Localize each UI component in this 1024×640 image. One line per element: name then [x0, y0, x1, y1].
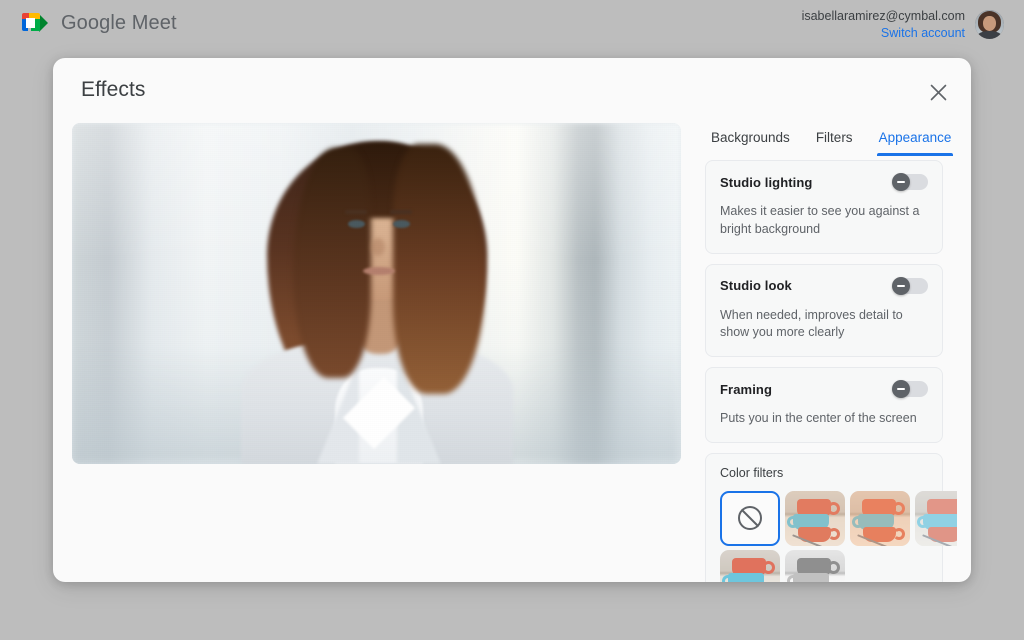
setting-card-framing: Framing Puts you in the center of the sc…	[705, 367, 943, 443]
toggle-knob-minus-icon	[892, 380, 910, 398]
color-filter-none[interactable]	[720, 490, 780, 546]
avatar[interactable]	[975, 10, 1004, 40]
effects-dialog: Effects Backgrounds Filters Appearance S…	[53, 58, 971, 582]
brand-block: Google Meet	[20, 11, 177, 35]
page-title: Effects	[81, 78, 146, 101]
self-view-video-preview	[72, 123, 681, 464]
card-header: Framing	[720, 380, 928, 398]
setting-title: Studio look	[720, 278, 792, 293]
effects-side-panel: Backgrounds Filters Appearance Studio li…	[691, 114, 957, 582]
setting-description: Puts you in the center of the screen	[720, 411, 917, 425]
effects-tabs: Backgrounds Filters Appearance	[691, 114, 957, 156]
color-filter-thumb-5[interactable]	[785, 549, 845, 582]
account-block: isabellaramirez@cymbal.com Switch accoun…	[802, 8, 1004, 42]
tab-backgrounds[interactable]: Backgrounds	[709, 130, 792, 156]
setting-description: When needed, improves detail to show you…	[720, 307, 903, 340]
color-filter-thumb-1[interactable]	[785, 490, 845, 546]
studio-lighting-toggle[interactable]	[892, 173, 928, 191]
card-header: Studio look	[720, 276, 928, 295]
brand-name: Google Meet	[61, 11, 177, 34]
tab-filters[interactable]: Filters	[814, 130, 855, 156]
framing-toggle[interactable]	[892, 380, 928, 398]
tab-appearance[interactable]: Appearance	[876, 130, 954, 156]
setting-card-studio-lighting: Studio lighting Makes it easier to see y…	[705, 160, 943, 254]
appearance-settings-list[interactable]: Studio lighting Makes it easier to see y…	[691, 156, 957, 582]
no-filter-icon	[738, 506, 762, 531]
color-filter-thumb-4[interactable]	[720, 549, 780, 582]
setting-card-studio-look: Studio look When needed, improves detail…	[705, 263, 943, 357]
setting-title: Studio lighting	[720, 174, 813, 190]
app-header: Google Meet isabellaramirez@cymbal.com S…	[0, 0, 1024, 52]
color-filters-card: Color filters	[705, 452, 957, 582]
studio-look-toggle[interactable]	[892, 276, 928, 295]
account-text: isabellaramirez@cymbal.com Switch accoun…	[802, 8, 965, 42]
toggle-knob-minus-icon	[892, 173, 910, 191]
setting-description: Makes it easier to see you against a bri…	[720, 204, 920, 236]
close-icon[interactable]	[919, 73, 957, 111]
color-filter-thumb-3[interactable]	[915, 490, 957, 546]
color-filters-grid	[720, 490, 957, 582]
account-email: isabellaramirez@cymbal.com	[801, 9, 965, 23]
google-meet-logo-icon	[20, 11, 48, 35]
color-filter-thumb-2[interactable]	[850, 490, 910, 546]
video-scene	[72, 123, 681, 464]
switch-account-link[interactable]: Switch account	[802, 25, 965, 42]
card-header: Studio lighting	[720, 173, 928, 191]
setting-title: Framing	[720, 381, 772, 397]
toggle-knob-minus-icon	[892, 276, 910, 295]
video-subject	[207, 134, 547, 464]
color-filters-title: Color filters	[720, 465, 784, 480]
